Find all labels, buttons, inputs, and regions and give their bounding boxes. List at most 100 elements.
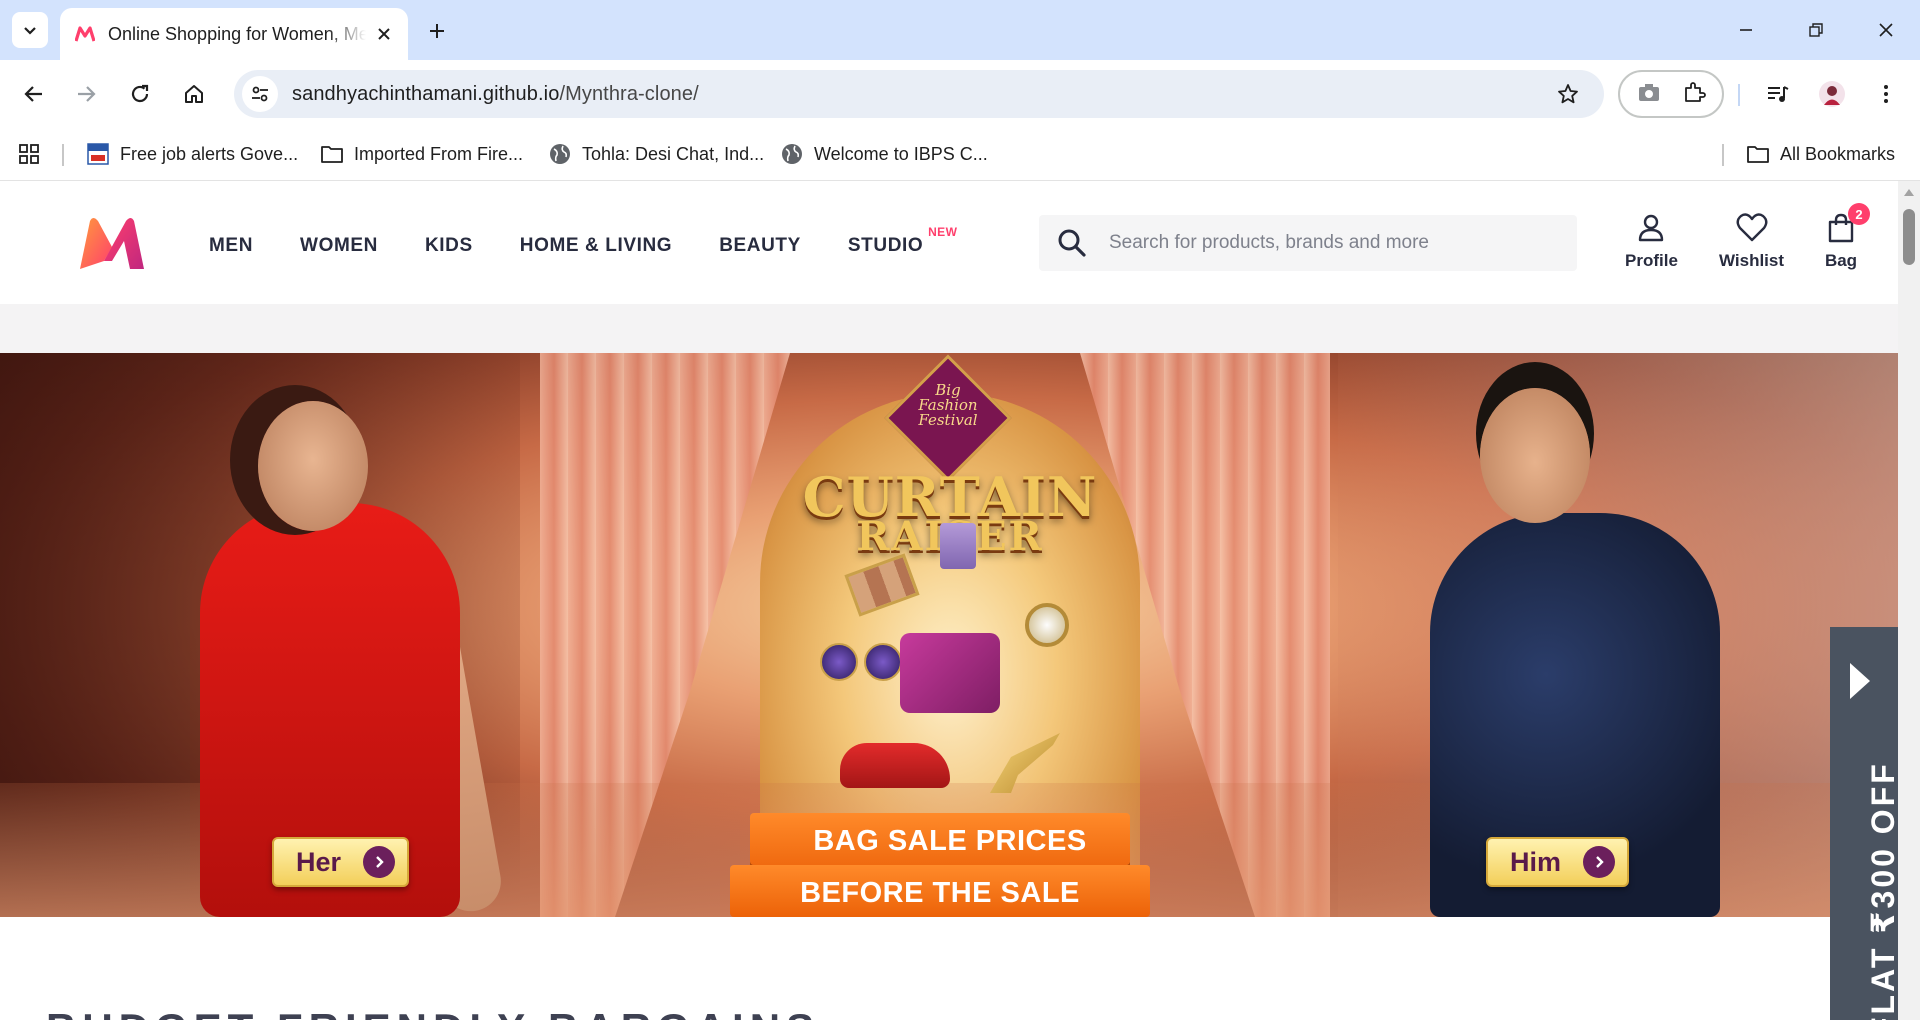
shop-her-button[interactable]: Her [272, 837, 410, 887]
tab-search-button[interactable] [12, 12, 48, 48]
search-input[interactable] [1109, 232, 1549, 254]
close-icon[interactable] [372, 22, 396, 46]
heart-icon [1735, 211, 1769, 245]
sunglasses-illustration [820, 643, 910, 683]
section-title: BUDGET-FRIENDLY BARGAINS [46, 1005, 820, 1020]
shop-him-button[interactable]: Him [1486, 837, 1630, 887]
chevron-down-icon [24, 27, 36, 35]
bookmark-label: Tohla: Desi Chat, Ind... [582, 143, 765, 164]
heel-illustration [990, 733, 1060, 793]
extensions-group [1618, 70, 1724, 118]
bag-count-badge: 2 [1848, 203, 1870, 225]
myntra-logo[interactable] [74, 215, 150, 273]
header-spacer [0, 304, 1898, 353]
side-offer-text: FLAT ₹300 OFF [1865, 761, 1898, 1020]
scroll-up-arrow-icon[interactable] [1904, 189, 1914, 196]
minimize-icon [1740, 29, 1752, 31]
new-badge: NEW [928, 225, 958, 239]
bookmarks-separator [62, 144, 64, 166]
sneaker-illustration [840, 743, 950, 788]
arrow-left-icon [24, 86, 42, 102]
address-bar[interactable]: sandhyachinthamani.github.io/Mynthra-clo… [234, 70, 1604, 118]
browser-tabstrip: Online Shopping for Women, Men, Kids Fas… [0, 0, 1920, 60]
tune-icon [252, 86, 268, 102]
site-info-button[interactable] [242, 76, 278, 112]
globe-icon [548, 142, 572, 166]
nav-studio[interactable]: STUDIO NEW [847, 225, 957, 257]
page-scrollbar[interactable] [1898, 181, 1920, 1020]
profile-avatar-button[interactable] [1812, 74, 1852, 114]
shop-her-label: Her [296, 846, 342, 877]
bookmark-item[interactable]: Welcome to IBPS C... [780, 138, 988, 170]
all-bookmarks-label: All Bookmarks [1780, 143, 1896, 164]
bookmark-label: Welcome to IBPS C... [814, 143, 988, 164]
puzzle-icon[interactable] [1682, 80, 1706, 109]
browser-toolbar: sandhyachinthamani.github.io/Mynthra-clo… [0, 60, 1920, 128]
promo-line-2: BEFORE THE SALE [800, 877, 1080, 909]
myntra-favicon-icon [74, 23, 96, 45]
bag-button[interactable]: 2 Bag [1824, 203, 1870, 271]
close-icon [1879, 23, 1893, 37]
bookmark-folder[interactable]: Imported From Fire... [320, 138, 523, 170]
search-box [1039, 215, 1577, 271]
products-illustration [820, 523, 1069, 803]
restore-button[interactable] [1792, 10, 1840, 50]
toolbar-separator [1738, 84, 1740, 106]
browser-tab-active[interactable]: Online Shopping for Women, Men, Kids Fas… [60, 8, 408, 60]
new-tab-button[interactable] [420, 14, 454, 48]
user-icon [1634, 211, 1668, 245]
nav-kids[interactable]: KIDS [425, 235, 473, 257]
shopping-bag-icon: 2 [1824, 203, 1870, 245]
model-him-head [1480, 388, 1590, 523]
job-alert-favicon-icon [86, 142, 110, 166]
profile-button[interactable]: Profile [1625, 211, 1678, 271]
more-vertical-icon [1884, 85, 1888, 103]
flat-offer-side-tab[interactable]: FLAT ₹300 OFF [1830, 627, 1898, 1020]
home-button[interactable] [174, 74, 214, 114]
wishlist-button[interactable]: Wishlist [1719, 211, 1784, 271]
minimize-button[interactable] [1722, 10, 1770, 50]
playlist-music-icon [1768, 86, 1789, 102]
nav-men[interactable]: MEN [209, 235, 253, 257]
profile-label: Profile [1625, 251, 1678, 270]
bookmarks-bar: Free job alerts Gove... Imported From Fi… [0, 128, 1920, 181]
forward-button[interactable] [66, 74, 106, 114]
folder-icon [320, 142, 344, 166]
bookmark-star-button[interactable] [1550, 76, 1586, 112]
nav-beauty[interactable]: BEAUTY [719, 235, 801, 257]
nav-studio-label: STUDIO [847, 235, 924, 256]
site-header: MEN WOMEN KIDS HOME & LIVING BEAUTY STUD… [0, 181, 1898, 304]
bookmark-item[interactable]: Free job alerts Gove... [86, 138, 298, 170]
camera-icon[interactable] [1637, 81, 1661, 108]
nav-women[interactable]: WOMEN [300, 235, 378, 257]
festival-line: Festival [918, 411, 978, 429]
bookmark-label: Free job alerts Gove... [120, 143, 299, 164]
reload-button[interactable] [120, 74, 160, 114]
search-icon[interactable] [1055, 226, 1089, 260]
window-close-button[interactable] [1862, 10, 1910, 50]
avatar-icon [1819, 81, 1845, 107]
all-bookmarks-button[interactable]: All Bookmarks [1746, 138, 1895, 170]
tab-title: Online Shopping for Women, Men, Kids Fas… [108, 23, 366, 44]
url-host: sandhyachinthamani.github.io [292, 82, 560, 105]
home-icon [185, 85, 203, 103]
bookmark-item[interactable]: Tohla: Desi Chat, Ind... [548, 138, 764, 170]
restore-icon [1809, 23, 1823, 37]
apps-button[interactable] [18, 138, 40, 170]
media-controls-button[interactable] [1758, 74, 1798, 114]
chevron-right-icon [1583, 846, 1616, 878]
watch-illustration [1025, 603, 1069, 647]
palette-illustration [844, 553, 920, 617]
plus-icon [430, 24, 444, 38]
apps-grid-icon [19, 144, 39, 164]
browser-menu-button[interactable] [1866, 74, 1906, 114]
nav-home-living[interactable]: HOME & LIVING [520, 235, 672, 257]
back-button[interactable] [14, 74, 54, 114]
chevron-right-icon [363, 846, 396, 878]
url-text: sandhyachinthamani.github.io/Mynthra-clo… [292, 83, 699, 106]
scroll-thumb[interactable] [1903, 209, 1915, 265]
wishlist-label: Wishlist [1719, 251, 1785, 270]
hero-banner[interactable]: Big Fashion Festival CURTAIN RAISER BAG … [0, 353, 1898, 917]
handbag-illustration [900, 633, 1000, 713]
reload-icon [131, 84, 149, 103]
